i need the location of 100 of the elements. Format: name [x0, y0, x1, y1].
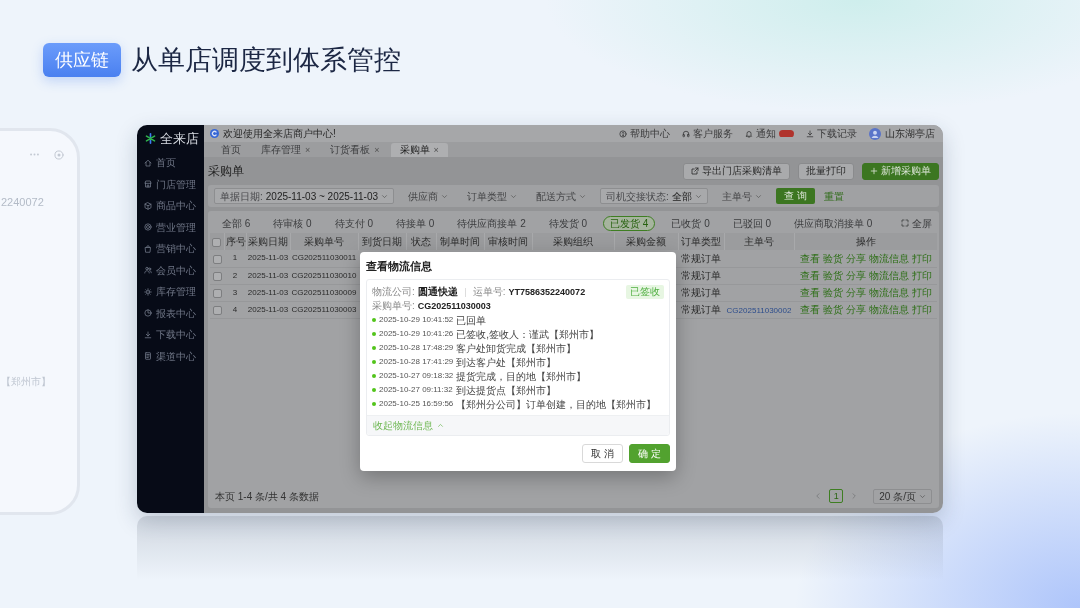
- row-action-link[interactable]: 物流信息: [868, 268, 909, 283]
- sidebar-item[interactable]: 渠道中心: [137, 345, 204, 367]
- row-action-link[interactable]: 分享: [845, 302, 866, 317]
- event-time: 2025-10-28 17:48:29: [379, 342, 454, 354]
- status-tab[interactable]: 待发货 0: [541, 215, 595, 231]
- page-button[interactable]: 1: [829, 489, 844, 503]
- header-link[interactable]: 帮助中心: [619, 126, 670, 141]
- page-tab[interactable]: 首页: [212, 143, 250, 157]
- sidebar-item[interactable]: 库存管理: [137, 281, 204, 303]
- checkbox[interactable]: [212, 254, 222, 264]
- checkbox[interactable]: [212, 305, 222, 315]
- sidebar-item[interactable]: 下载中心: [137, 324, 204, 346]
- header-link[interactable]: 通知: [745, 126, 794, 141]
- tab-close-button[interactable]: ×: [433, 145, 439, 155]
- status-tab[interactable]: 已收货 0: [664, 215, 717, 231]
- confirm-button[interactable]: 确 定: [629, 444, 670, 463]
- row-action-link[interactable]: 验货: [822, 250, 843, 266]
- add-button[interactable]: 新增采购单: [862, 162, 939, 180]
- collapse-link[interactable]: 收起物流信息: [373, 418, 444, 433]
- box-icon: [144, 201, 152, 210]
- filter-select[interactable]: 司机交接状态: 全部: [600, 188, 708, 204]
- timeline-dot-icon: [372, 374, 376, 378]
- chevron-up-icon: [437, 422, 444, 429]
- row-action-link[interactable]: 打印: [911, 268, 932, 283]
- status-tab[interactable]: 待接单 0: [389, 215, 442, 231]
- filter-select[interactable]: 供应商: [403, 188, 453, 204]
- cancel-button[interactable]: 取 消: [582, 444, 624, 463]
- status-tab[interactable]: 供应商取消接单 0: [787, 215, 880, 231]
- column-header: 操作: [794, 233, 937, 250]
- status-tab[interactable]: 待审核 0: [266, 215, 319, 231]
- column-header: 采购单号: [290, 233, 358, 250]
- row-action-link[interactable]: 查看: [799, 268, 820, 283]
- row-action-link[interactable]: 查看: [799, 302, 820, 317]
- sidebar-item[interactable]: 报表中心: [137, 302, 204, 324]
- page-tab[interactable]: 订货看板 ×: [321, 143, 389, 157]
- header-link[interactable]: 客户服务: [682, 126, 733, 141]
- status-tab[interactable]: 待供应商接单 2: [450, 215, 533, 231]
- row-action-link[interactable]: 物流信息: [868, 302, 909, 317]
- row-action-link[interactable]: 验货: [822, 285, 843, 300]
- row-action-link[interactable]: 打印: [911, 250, 932, 266]
- order-link[interactable]: CG202511030002: [726, 306, 792, 315]
- sidebar-item[interactable]: 会员中心: [137, 259, 204, 281]
- table-cell: 4: [224, 301, 246, 318]
- sidebar-item[interactable]: 商品中心: [137, 195, 204, 217]
- row-action-link[interactable]: 查看: [799, 285, 820, 300]
- export-button[interactable]: 导出门店采购清单: [683, 162, 790, 180]
- event-text: 到达客户处【郑州市】: [456, 355, 557, 370]
- row-action-link[interactable]: 验货: [822, 268, 843, 283]
- event-text: 已回单: [456, 313, 487, 328]
- filter-select[interactable]: 配送方式: [531, 188, 591, 204]
- sidebar-item[interactable]: 营业管理: [137, 216, 204, 238]
- coin-icon: [144, 223, 152, 232]
- column-header: 采购组织: [532, 233, 614, 250]
- tab-close-button[interactable]: ×: [305, 145, 311, 155]
- row-action-link[interactable]: 物流信息: [868, 250, 909, 266]
- page-size-select[interactable]: 20 条/页: [873, 488, 932, 504]
- sidebar-item[interactable]: 营销中心: [137, 238, 204, 260]
- filter-select[interactable]: 主单号: [716, 188, 767, 204]
- column-header: 制单时间: [436, 233, 484, 250]
- page-tab[interactable]: 采购单 ×: [390, 143, 448, 157]
- filter-select[interactable]: 单据日期: 2025-11-03 ~ 2025-11-03: [214, 188, 394, 204]
- timeline-dot-icon: [372, 402, 376, 406]
- download-icon: [806, 129, 814, 138]
- row-action-link[interactable]: 分享: [845, 250, 866, 266]
- chevron-down-icon: [510, 192, 517, 200]
- table-cell: 常规订单: [678, 301, 724, 318]
- column-header: 采购金额: [614, 233, 678, 250]
- event-time: 2025-10-27 09:11:32: [379, 384, 453, 396]
- print-button[interactable]: 批量打印: [798, 162, 854, 180]
- user-name: 山东湖亭店: [885, 127, 935, 141]
- table-cell: 3: [224, 284, 246, 301]
- chevron-down-icon: [694, 192, 702, 200]
- row-action-link[interactable]: 验货: [822, 302, 843, 317]
- row-action-link[interactable]: 打印: [911, 285, 932, 300]
- row-action-link[interactable]: 查看: [799, 250, 820, 266]
- row-action-link[interactable]: 打印: [911, 302, 932, 317]
- table-cell: 常规订单: [678, 284, 724, 301]
- page-tab[interactable]: 库存管理 ×: [252, 143, 320, 157]
- event-time: 2025-10-29 10:41:26: [379, 328, 454, 340]
- sidebar-item[interactable]: 首页: [137, 152, 204, 174]
- checkbox[interactable]: [212, 288, 222, 298]
- row-action-link[interactable]: 分享: [845, 285, 866, 300]
- filter-value: 全部: [671, 189, 692, 204]
- info-label: 运单号:: [472, 285, 506, 299]
- status-tab[interactable]: 待支付 0: [327, 215, 381, 231]
- filter-select[interactable]: 订单类型: [462, 188, 522, 204]
- header-link[interactable]: 下载记录: [806, 126, 857, 141]
- row-action-link[interactable]: 分享: [845, 268, 866, 283]
- status-tab[interactable]: 全部 6: [215, 215, 258, 231]
- row-action-link[interactable]: 物流信息: [868, 285, 909, 300]
- reset-link[interactable]: 重置: [823, 188, 844, 204]
- status-tab[interactable]: 已发货 4: [603, 215, 656, 231]
- sidebar-item[interactable]: 门店管理: [137, 173, 204, 195]
- tab-close-button[interactable]: ×: [374, 145, 380, 155]
- status-tab[interactable]: 已驳回 0: [725, 215, 779, 231]
- fullscreen-button[interactable]: 全屏: [901, 215, 932, 231]
- checkbox[interactable]: [212, 237, 222, 247]
- search-button[interactable]: 查 询: [775, 188, 815, 204]
- checkbox[interactable]: [212, 271, 222, 281]
- asterisk-logo-icon: [145, 133, 156, 144]
